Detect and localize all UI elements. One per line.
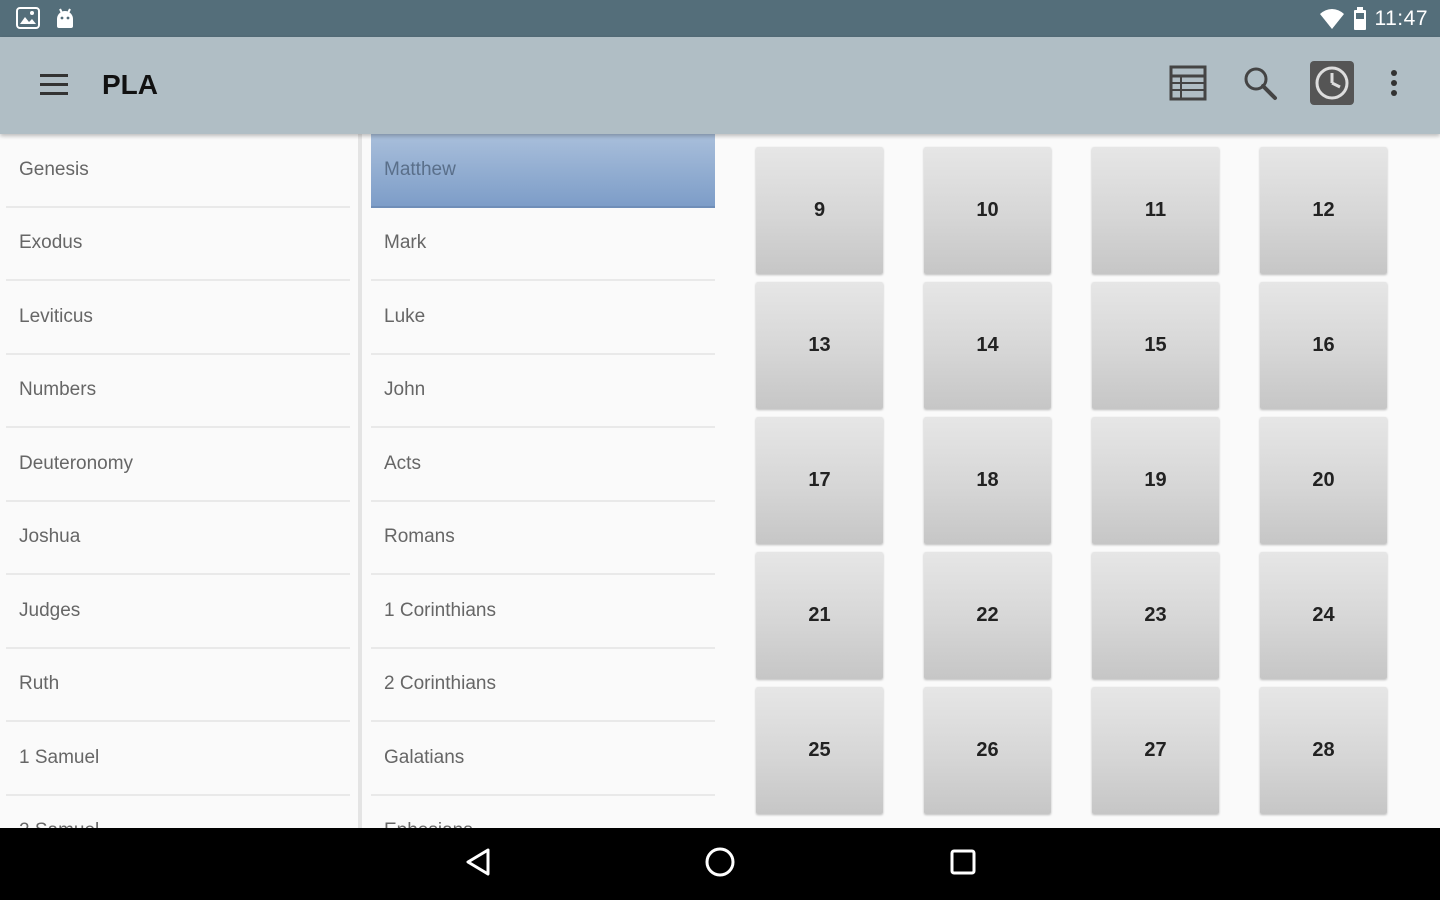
chapter-button-19[interactable]: 19 bbox=[1092, 417, 1219, 544]
book-item-exodus[interactable]: Exodus bbox=[6, 208, 350, 281]
chapter-button-20[interactable]: 20 bbox=[1260, 417, 1387, 544]
app-title: PLA bbox=[102, 69, 158, 100]
book-item-mark[interactable]: Mark bbox=[371, 208, 715, 281]
book-chapter-selector: Genesis Exodus Leviticus Numbers Deutero… bbox=[0, 134, 1440, 828]
chapter-button-11[interactable]: 11 bbox=[1092, 147, 1219, 274]
book-item-matthew[interactable]: Matthew bbox=[371, 134, 715, 208]
status-system: 11:47 bbox=[1319, 0, 1429, 37]
home-icon bbox=[704, 846, 736, 883]
chapter-button-14[interactable]: 14 bbox=[924, 282, 1051, 409]
chapter-button-16[interactable]: 16 bbox=[1260, 282, 1387, 409]
list-view-icon bbox=[1169, 65, 1207, 106]
chapter-button-28[interactable]: 28 bbox=[1260, 687, 1387, 814]
home-button[interactable] bbox=[690, 840, 750, 888]
book-item-luke[interactable]: Luke bbox=[371, 281, 715, 355]
chapter-button-23[interactable]: 23 bbox=[1092, 552, 1219, 679]
book-item-2-corinthians[interactable]: 2 Corinthians bbox=[371, 649, 715, 722]
history-icon bbox=[1310, 60, 1354, 110]
chapter-button-12[interactable]: 12 bbox=[1260, 147, 1387, 274]
chapter-button-26[interactable]: 26 bbox=[924, 687, 1051, 814]
android-notification-icon bbox=[54, 7, 76, 29]
back-button[interactable] bbox=[448, 840, 508, 888]
chapter-button-22[interactable]: 22 bbox=[924, 552, 1051, 679]
app-bar: PLA bbox=[0, 37, 1440, 134]
menu-icon[interactable] bbox=[38, 71, 70, 99]
navigation-bar bbox=[0, 828, 1440, 900]
book-item-numbers[interactable]: Numbers bbox=[6, 355, 350, 428]
chapter-button-10[interactable]: 10 bbox=[924, 147, 1051, 274]
new-testament-list: Matthew Mark Luke John Acts Romans 1 Cor… bbox=[371, 134, 715, 828]
book-item-ruth[interactable]: Ruth bbox=[6, 649, 350, 722]
more-vert-icon bbox=[1389, 68, 1399, 103]
book-item-1-samuel[interactable]: 1 Samuel bbox=[6, 722, 350, 796]
chapter-button-9[interactable]: 9 bbox=[756, 147, 883, 274]
old-testament-list: Genesis Exodus Leviticus Numbers Deutero… bbox=[6, 134, 350, 828]
chapter-button-18[interactable]: 18 bbox=[924, 417, 1051, 544]
book-item-deuteronomy[interactable]: Deuteronomy bbox=[6, 428, 350, 502]
recents-icon bbox=[949, 848, 977, 881]
search-button[interactable] bbox=[1236, 61, 1284, 109]
chapter-button-17[interactable]: 17 bbox=[756, 417, 883, 544]
book-item-judges[interactable]: Judges bbox=[6, 575, 350, 649]
book-item-romans[interactable]: Romans bbox=[371, 502, 715, 575]
status-bar: 11:47 bbox=[0, 0, 1440, 37]
more-options-button[interactable] bbox=[1370, 61, 1418, 109]
list-view-button[interactable] bbox=[1164, 61, 1212, 109]
chapter-button-25[interactable]: 25 bbox=[756, 687, 883, 814]
wifi-icon bbox=[1319, 8, 1345, 30]
column-divider bbox=[358, 134, 362, 828]
chapter-button-27[interactable]: 27 bbox=[1092, 687, 1219, 814]
battery-icon bbox=[1353, 6, 1367, 31]
book-item-genesis[interactable]: Genesis bbox=[6, 134, 350, 208]
book-item-1-corinthians[interactable]: 1 Corinthians bbox=[371, 575, 715, 649]
book-item-acts[interactable]: Acts bbox=[371, 428, 715, 502]
chapter-button-24[interactable]: 24 bbox=[1260, 552, 1387, 679]
chapter-button-21[interactable]: 21 bbox=[756, 552, 883, 679]
history-button[interactable] bbox=[1308, 60, 1356, 110]
book-item-galatians[interactable]: Galatians bbox=[371, 722, 715, 796]
gallery-notification-icon bbox=[16, 7, 40, 29]
status-time: 11:47 bbox=[1374, 6, 1428, 30]
chapter-button-15[interactable]: 15 bbox=[1092, 282, 1219, 409]
book-item-2-samuel[interactable]: 2 Samuel bbox=[6, 796, 350, 828]
book-item-ephesians[interactable]: Ephesians bbox=[371, 796, 715, 828]
book-item-joshua[interactable]: Joshua bbox=[6, 502, 350, 575]
back-icon bbox=[464, 847, 492, 882]
recents-button[interactable] bbox=[933, 840, 993, 888]
book-item-john[interactable]: John bbox=[371, 355, 715, 428]
book-item-leviticus[interactable]: Leviticus bbox=[6, 281, 350, 355]
search-icon bbox=[1242, 65, 1278, 106]
chapter-button-13[interactable]: 13 bbox=[756, 282, 883, 409]
status-notifications bbox=[16, 7, 76, 29]
chapter-grid: 9 10 11 12 13 14 15 16 17 18 19 20 21 22… bbox=[756, 147, 1396, 814]
